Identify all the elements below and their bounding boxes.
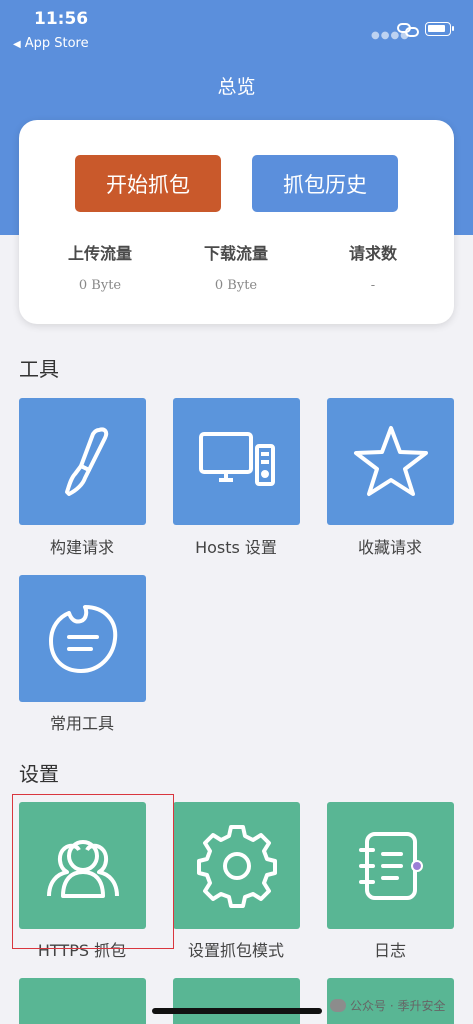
status-bar: 11:56 ◀ App Store ●●●● xyxy=(0,0,473,58)
upload-traffic-stat: 上传流量 0 Byte xyxy=(45,240,155,293)
status-time: 11:56 xyxy=(34,9,89,29)
tile-label: 日志 xyxy=(373,941,406,960)
hosts-settings-tile[interactable] xyxy=(173,398,300,525)
notebook-icon xyxy=(358,831,423,900)
wechat-icon xyxy=(330,999,346,1012)
tool-bubble-icon xyxy=(48,604,117,673)
stat-value: 0 Byte xyxy=(214,278,258,293)
page-title: 总览 xyxy=(217,76,256,98)
home-indicator[interactable] xyxy=(152,1008,322,1014)
stat-value: 0 Byte xyxy=(78,278,122,293)
common-tools-tile[interactable] xyxy=(19,575,146,702)
tile-label: 构建请求 xyxy=(49,538,114,557)
tile-label: 设置抓包模式 xyxy=(187,941,284,960)
brush-icon xyxy=(64,427,108,496)
back-to-app-store[interactable]: ◀ App Store xyxy=(13,36,89,51)
stat-label: 下载流量 xyxy=(203,244,268,263)
stat-value: - xyxy=(370,278,376,293)
next-row-tile-1[interactable] xyxy=(19,978,146,1024)
watermark: 公众号 · 季升安全 xyxy=(330,997,445,1014)
link-icon xyxy=(397,23,419,37)
favorite-requests-tile[interactable] xyxy=(327,398,454,525)
back-app-label: App Store xyxy=(24,36,89,51)
logs-tile[interactable] xyxy=(327,802,454,929)
highlight-box xyxy=(12,794,174,949)
star-icon xyxy=(353,425,428,496)
battery-icon xyxy=(425,22,454,36)
back-arrow-icon: ◀ xyxy=(13,39,21,50)
stat-label: 请求数 xyxy=(348,244,397,263)
capture-history-button[interactable]: 抓包历史 xyxy=(252,155,398,212)
summary-card: 开始抓包 抓包历史 上传流量 0 Byte 下载流量 0 Byte 请求数 - xyxy=(19,120,454,324)
build-request-tile[interactable] xyxy=(19,398,146,525)
computer-icon xyxy=(198,431,275,486)
tile-label: 常用工具 xyxy=(49,714,114,733)
request-count-stat: 请求数 - xyxy=(318,240,428,293)
tile-label: 收藏请求 xyxy=(357,538,422,557)
settings-section-title: 设置 xyxy=(19,762,59,786)
start-capture-button[interactable]: 开始抓包 xyxy=(75,155,221,212)
next-row-tile-2[interactable] xyxy=(173,978,300,1024)
capture-mode-tile[interactable] xyxy=(173,802,300,929)
tools-section-title: 工具 xyxy=(19,357,59,381)
watermark-text: 公众号 · 季升安全 xyxy=(350,999,446,1013)
gear-icon xyxy=(196,824,277,908)
stat-label: 上传流量 xyxy=(67,244,132,263)
download-traffic-stat: 下载流量 0 Byte xyxy=(181,240,291,293)
tile-label: Hosts 设置 xyxy=(195,538,277,557)
